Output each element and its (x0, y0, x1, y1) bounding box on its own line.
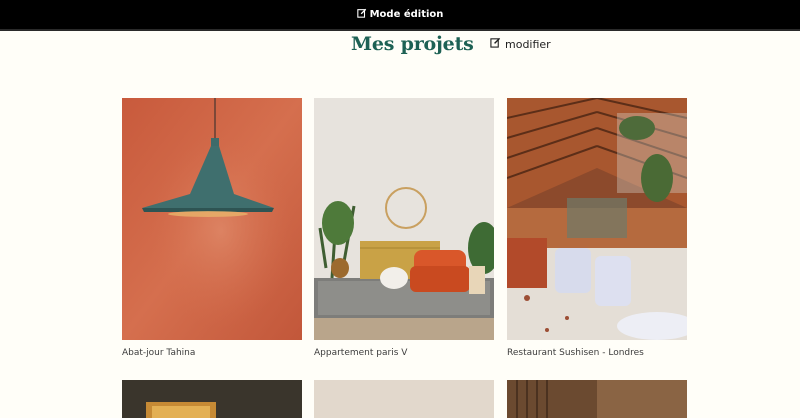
project-card[interactable] (314, 380, 494, 418)
page-title: Mes projets (351, 33, 474, 55)
project-card[interactable]: Restaurant Sushisen - Londres (507, 98, 687, 358)
modify-label: modifier (505, 37, 551, 51)
project-caption: Appartement paris V (314, 348, 408, 358)
edit-icon (490, 37, 505, 51)
project-image (122, 380, 302, 418)
project-card[interactable]: Appartement paris V (314, 98, 494, 358)
edit-mode-banner: Mode édition (0, 0, 800, 31)
project-image (314, 380, 494, 418)
projects-header: Mes projets modifier (0, 33, 800, 57)
modify-button[interactable]: modifier (490, 37, 551, 51)
edit-icon (356, 8, 370, 21)
project-image (122, 98, 302, 340)
project-card[interactable] (507, 380, 687, 418)
edit-mode-label: Mode édition (369, 9, 444, 20)
project-card[interactable]: Abat-jour Tahina (122, 98, 302, 358)
project-image (507, 380, 687, 418)
project-card[interactable] (122, 380, 302, 418)
project-image (507, 98, 687, 340)
project-image (314, 98, 494, 340)
project-caption: Restaurant Sushisen - Londres (507, 348, 644, 358)
project-caption: Abat-jour Tahina (122, 348, 196, 358)
